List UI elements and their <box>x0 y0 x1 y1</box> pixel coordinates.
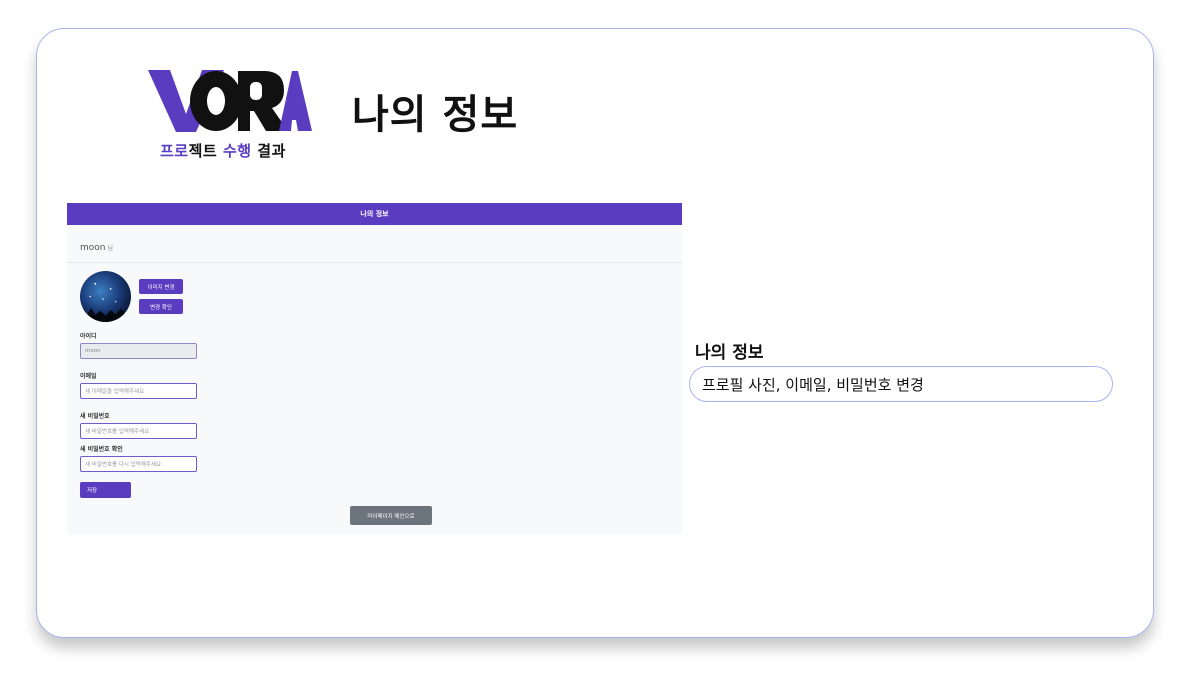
change-image-button[interactable]: 이미지 변경 <box>139 279 183 294</box>
divider <box>67 262 682 263</box>
honorific: 님 <box>107 245 114 252</box>
avatar <box>80 271 131 322</box>
confirm-password-label: 새 비밀번호 확인 <box>80 446 123 453</box>
slide-title: 나의 정보 <box>352 92 519 138</box>
confirm-change-button[interactable]: 변경 확인 <box>139 299 183 314</box>
logo-sub-part: 수행 <box>222 142 252 160</box>
screenshot-header: 나의 정보 <box>67 203 682 225</box>
logo-sub-part: 젝트 <box>188 142 218 160</box>
new-password-label: 새 비밀번호 <box>80 413 110 420</box>
id-field: moon <box>80 343 197 359</box>
description-pill: 프로필 사진, 이메일, 비밀번호 변경 <box>689 366 1113 402</box>
logo-subtitle: 프로젝트 수행 결과 <box>160 140 286 161</box>
id-label: 아이디 <box>80 333 97 340</box>
page-screenshot: 나의 정보 moon 님 이미지 변경 변경 확인 아이디 moon 이메일 새 … <box>67 203 682 534</box>
logo-sub-part: 결과 <box>257 142 286 160</box>
description-title: 나의 정보 <box>695 343 764 363</box>
new-password-field[interactable]: 새 비밀번호를 입력해주세요 <box>80 423 197 439</box>
email-field[interactable]: 새 이메일을 입력해주세요 <box>80 383 197 399</box>
vora-logo: 프로젝트 수행 결과 <box>146 68 312 160</box>
vora-logo-mark <box>148 70 312 132</box>
email-label: 이메일 <box>80 373 97 380</box>
username: moon <box>80 243 106 253</box>
confirm-password-field[interactable]: 새 비밀번호를 다시 입력해주세요 <box>80 456 197 472</box>
back-to-mypage-button[interactable]: 마이페이지 메인으로 <box>350 506 432 525</box>
username-line: moon 님 <box>80 243 113 253</box>
save-button[interactable]: 저장 <box>80 482 131 498</box>
logo-sub-part: 프로 <box>160 142 189 160</box>
